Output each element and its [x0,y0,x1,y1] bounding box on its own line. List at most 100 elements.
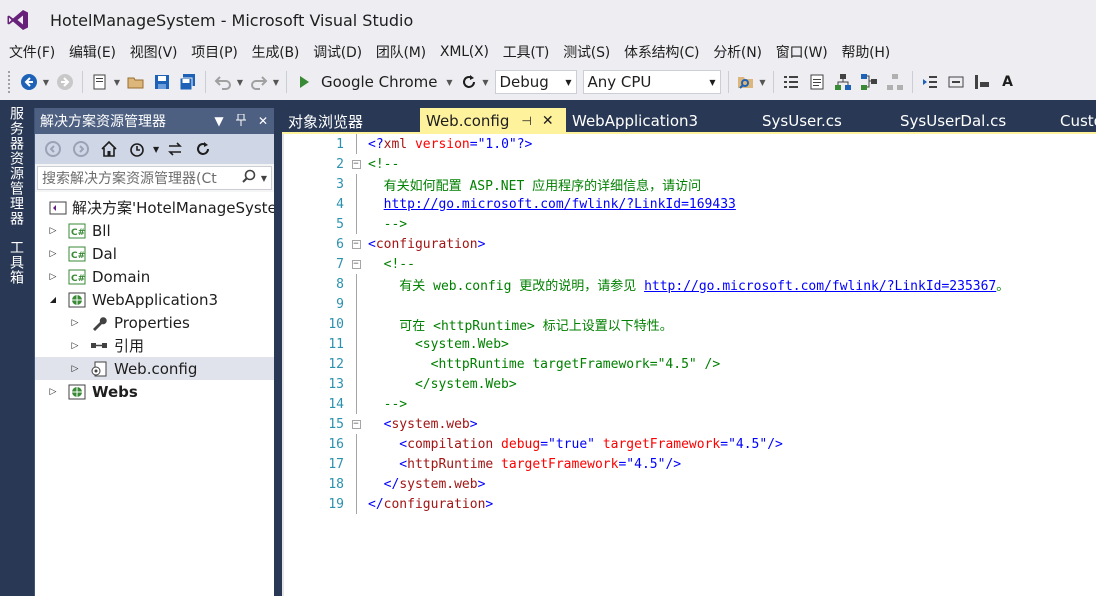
document-tab[interactable]: WebApplication3 [566,108,756,134]
collapse-region-icon[interactable]: − [344,419,368,429]
menu-item[interactable]: 文件(F) [2,42,62,62]
hyperlink[interactable]: http://go.microsoft.com/fwlink/?LinkId=1… [384,197,736,212]
save-icon[interactable] [151,71,173,93]
tree-item[interactable]: ▷ Properties [35,311,274,334]
code-line[interactable]: 4 http://go.microsoft.com/fwlink/?LinkId… [282,194,1096,214]
collapsed-arrow-icon[interactable]: ▷ [47,226,59,236]
panel-options-icon[interactable]: ▼ [208,114,230,128]
code-line[interactable]: 18 </system.web> [282,474,1096,494]
document-tab[interactable]: 对象浏览器 [282,108,420,134]
start-debugging-icon[interactable] [293,71,315,93]
menu-item[interactable]: 分析(N) [706,42,768,62]
hyperlink[interactable]: http://go.microsoft.com/fwlink/?LinkId=2… [644,279,996,294]
refresh-dropdown-icon[interactable]: ▼ [482,78,490,87]
pin-tab-icon[interactable]: ⊣ [521,114,531,128]
collapsed-arrow-icon[interactable]: ▷ [69,341,81,351]
menu-item[interactable]: 窗口(W) [769,42,835,62]
find-in-files-icon[interactable] [735,71,757,93]
collapse-region-icon[interactable]: − [344,159,368,169]
code-line[interactable]: 2− <!-- [282,154,1096,174]
configuration-select[interactable]: Debug ▼ [494,70,577,94]
redo-dropdown-icon[interactable]: ▼ [272,78,280,87]
redo-icon[interactable] [248,71,270,93]
menu-item[interactable]: 帮助(H) [835,42,897,62]
tree-item[interactable]: ▷ 引用 [35,334,274,357]
collapsed-arrow-icon[interactable]: ▷ [47,272,59,282]
server-explorer-tab[interactable]: 服务器资源管理器 [6,106,26,226]
menu-item[interactable]: 编辑(E) [62,42,123,62]
collapse-region-icon[interactable]: − [344,239,368,249]
comment-icon[interactable] [945,71,967,93]
code-line[interactable]: 3 有关如何配置 ASP.NET 应用程序的详细信息，请访问 [282,174,1096,194]
collapsed-arrow-icon[interactable]: ▷ [47,387,59,397]
collapsed-arrow-icon[interactable]: ▷ [69,318,81,328]
document-tab[interactable]: SysUserDal.cs [894,108,1054,134]
navigate-forward-icon[interactable] [54,71,76,93]
platform-select[interactable]: Any CPU ▼ [582,70,721,94]
menu-item[interactable]: 生成(B) [245,42,307,62]
menu-item[interactable]: XML(X) [433,44,496,60]
menu-item[interactable]: 项目(P) [184,42,244,62]
refresh-icon[interactable] [191,138,215,160]
back-dropdown-icon[interactable]: ▼ [42,78,50,87]
collapsed-arrow-icon[interactable]: ▷ [69,364,81,374]
code-line[interactable]: 1 <?xml version="1.0"?> [282,134,1096,154]
code-line[interactable]: 19 </configuration> [282,494,1096,514]
code-line[interactable]: 10 可在 <httpRuntime> 标记上设置以下特性。 [282,314,1096,334]
code-line[interactable]: 14 --> [282,394,1096,414]
indent-icon[interactable] [919,71,941,93]
tree-item[interactable]: ▷ C# Domain [35,265,274,288]
menu-item[interactable]: 团队(M) [369,42,433,62]
code-line[interactable]: 17 <httpRuntime targetFramework="4.5"/> [282,454,1096,474]
forward-icon[interactable] [69,138,93,160]
code-line[interactable]: 15− <system.web> [282,414,1096,434]
filter-dropdown-icon[interactable]: ▼ [153,145,159,154]
tree-item[interactable]: ▷ C# Bll [35,219,274,242]
refresh-icon[interactable] [458,71,480,93]
pin-icon[interactable] [230,113,252,129]
find-dropdown-icon[interactable]: ▼ [759,78,767,87]
sync-icon[interactable] [163,138,187,160]
code-line[interactable]: 6− <configuration> [282,234,1096,254]
menu-item[interactable]: 调试(D) [306,42,369,62]
menu-item[interactable]: 视图(V) [123,42,185,62]
tree-item[interactable]: ▷ Webs [35,380,274,403]
collapse-region-icon[interactable]: − [344,259,368,269]
menu-item[interactable]: 工具(T) [496,42,556,62]
font-icon[interactable]: A [997,71,1019,93]
tree-item[interactable]: ◢ WebApplication3 [35,288,274,311]
tree-item[interactable]: ▷ C# Dal [35,242,274,265]
code-editor[interactable]: 1 <?xml version="1.0"?> 2− <!-- 3 有关如何配置 ASP… [282,134,1096,596]
code-line[interactable]: 12 <httpRuntime targetFramework="4.5" /> [282,354,1096,374]
solution-node[interactable]: 解决方案'HotelManageSyste [35,196,274,219]
new-dropdown-icon[interactable]: ▼ [113,78,121,87]
code-line[interactable]: 8 有关 web.config 更改的说明，请参见 http://go.micr… [282,274,1096,294]
code-line[interactable]: 13 </system.Web> [282,374,1096,394]
toolbar-grip[interactable] [8,71,12,93]
code-line[interactable]: 9 [282,294,1096,314]
save-all-icon[interactable] [177,71,199,93]
search-options-icon[interactable]: ▼ [261,174,267,183]
document-tab[interactable]: Custo [1054,108,1096,134]
architecture-icon[interactable] [858,71,880,93]
menu-item[interactable]: 体系结构(C) [617,42,706,62]
undo-icon[interactable] [212,71,234,93]
list-icon[interactable] [780,71,802,93]
close-tab-icon[interactable]: ✕ [542,113,554,129]
navigate-back-icon[interactable] [18,71,40,93]
bookmark-icon[interactable] [971,71,993,93]
document-tab[interactable]: SysUser.cs [756,108,894,134]
run-target-label[interactable]: Google Chrome [321,73,438,91]
home-icon[interactable] [97,138,121,160]
menu-item[interactable]: 测试(S) [556,42,617,62]
back-icon[interactable] [41,138,65,160]
code-line[interactable]: 5 --> [282,214,1096,234]
new-project-icon[interactable] [89,71,111,93]
collapsed-arrow-icon[interactable]: ▷ [47,249,59,259]
solution-search-box[interactable]: 搜索解决方案资源管理器(Ct ▼ [37,166,272,190]
close-icon[interactable]: ✕ [252,114,274,128]
code-line[interactable]: 7− <!-- [282,254,1096,274]
document-icon[interactable] [806,71,828,93]
code-line[interactable]: 11 <system.Web> [282,334,1096,354]
document-tab[interactable]: Web.config ⊣ ✕ [420,108,566,134]
